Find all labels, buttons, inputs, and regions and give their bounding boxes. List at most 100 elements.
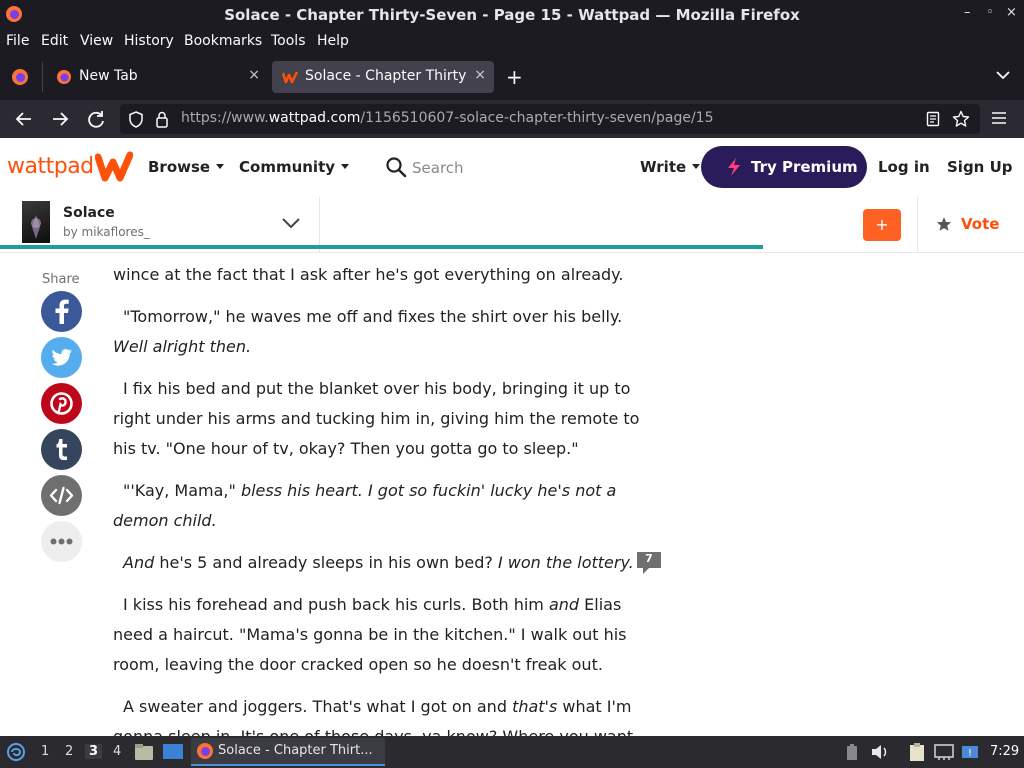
hamburger-menu-icon[interactable] — [991, 111, 1007, 125]
community-menu[interactable]: Community — [239, 158, 350, 176]
twitter-icon — [51, 349, 72, 366]
facebook-share-button[interactable] — [41, 291, 82, 332]
menu-history[interactable]: History — [124, 33, 174, 49]
paragraph: I fix his bed and put the blanket over h… — [113, 379, 640, 458]
battery-icon[interactable] — [845, 743, 859, 761]
tab-label: Solace - Chapter Thirty-Seven — [305, 68, 467, 84]
paragraph: I kiss his forehead and push back his cu… — [113, 595, 627, 674]
web-page: wattpad Browse Community Write Try Premi… — [0, 138, 1024, 736]
share-label: Share — [42, 272, 80, 287]
menu-view[interactable]: View — [80, 33, 113, 49]
workspace-3[interactable]: 3 — [85, 744, 103, 759]
show-desktop-icon[interactable] — [162, 743, 184, 761]
firefox-view-icon[interactable] — [11, 68, 29, 86]
wattpad-logo[interactable]: wattpad — [7, 154, 94, 179]
tab-divider — [42, 62, 43, 92]
lock-icon[interactable] — [155, 111, 169, 128]
bookmark-star-icon[interactable] — [952, 110, 970, 128]
firefox-icon — [197, 743, 213, 759]
more-dots-icon — [50, 538, 73, 545]
paragraph: "Tomorrow," he waves me off and fixes th… — [113, 307, 623, 356]
paragraph: wince at the fact that I ask after he's … — [113, 265, 624, 284]
task-label: Solace - Chapter Thirt... — [218, 743, 373, 758]
star-icon — [936, 217, 952, 231]
chevron-down-icon[interactable] — [281, 217, 301, 229]
file-manager-icon[interactable] — [134, 743, 154, 761]
back-icon[interactable] — [13, 108, 35, 130]
taskbar-firefox-task[interactable]: Solace - Chapter Thirt... — [191, 738, 385, 766]
browse-menu[interactable]: Browse — [148, 158, 225, 176]
menu-edit[interactable]: Edit — [41, 33, 68, 49]
menu-bookmarks[interactable]: Bookmarks — [184, 33, 262, 49]
menu-bar: File Edit View History Bookmarks Tools H… — [0, 29, 1024, 54]
workspace-1[interactable]: 1 — [41, 744, 49, 759]
clipboard-icon[interactable] — [908, 742, 926, 762]
pinterest-share-button[interactable] — [41, 383, 82, 424]
comment-count: 7 — [645, 552, 653, 565]
paragraph: A sweater and joggers. That's what I got… — [113, 697, 633, 736]
url-text[interactable]: https://www.wattpad.com/1156510607-solac… — [181, 110, 713, 126]
search-icon[interactable] — [385, 156, 407, 178]
menu-help[interactable]: Help — [317, 33, 349, 49]
maximize-button[interactable]: ◦ — [986, 5, 994, 20]
embed-share-button[interactable] — [41, 475, 82, 516]
minimize-button[interactable]: – — [964, 5, 971, 20]
menu-file[interactable]: File — [6, 33, 29, 49]
site-header: wattpad Browse Community Write Try Premi… — [0, 138, 1024, 197]
wattpad-w-icon[interactable] — [95, 151, 133, 183]
window-titlebar: Solace - Chapter Thirty-Seven - Page 15 … — [0, 0, 1024, 29]
caret-down-icon — [341, 164, 350, 169]
notification-icon[interactable]: ! — [961, 743, 979, 761]
inline-comment-button[interactable]: 7 — [636, 551, 662, 575]
list-tabs-icon[interactable] — [996, 70, 1010, 80]
twitter-share-button[interactable] — [41, 337, 82, 378]
workspace-2[interactable]: 2 — [65, 744, 73, 759]
embed-code-icon — [49, 486, 74, 505]
try-premium-label: Try Premium — [751, 158, 858, 176]
write-menu[interactable]: Write — [640, 158, 701, 176]
volume-icon[interactable] — [871, 744, 889, 760]
tab-solace[interactable]: Solace - Chapter Thirty-Seven × — [272, 61, 494, 93]
cover-art — [31, 215, 41, 239]
story-author[interactable]: by mikaflores_ — [63, 225, 150, 239]
story-title[interactable]: Solace — [63, 205, 115, 221]
url-bar[interactable]: https://www.wattpad.com/1156510607-solac… — [120, 104, 980, 134]
login-link[interactable]: Log in — [878, 158, 930, 176]
close-window-button[interactable]: × — [1006, 5, 1017, 20]
new-tab-icon[interactable]: + — [506, 65, 523, 89]
tab-new-tab[interactable]: New Tab × — [46, 61, 268, 93]
tab-strip: New Tab × Solace - Chapter Thirty-Seven … — [0, 54, 1024, 100]
try-premium-button[interactable]: Try Premium — [701, 146, 867, 188]
svg-text:!: ! — [968, 748, 972, 759]
start-menu-icon[interactable] — [6, 742, 26, 762]
story-cover[interactable] — [22, 201, 50, 243]
reload-icon[interactable] — [85, 108, 107, 130]
clock: 7:29 — [990, 744, 1020, 759]
pinterest-icon — [50, 392, 73, 415]
firefox-icon — [57, 70, 71, 84]
lightning-icon — [728, 158, 740, 176]
workspace-4[interactable]: 4 — [113, 744, 121, 759]
taskbar: 1 2 3 4 Solace - Chapter Thirt... ! 7:29 — [0, 736, 1024, 768]
wattpad-icon — [282, 71, 298, 84]
tumblr-icon — [56, 439, 67, 460]
menu-tools[interactable]: Tools — [271, 33, 306, 49]
tumblr-share-button[interactable] — [41, 429, 82, 470]
caret-down-icon — [216, 164, 225, 169]
close-tab-icon[interactable]: × — [474, 67, 486, 83]
search-input[interactable] — [412, 155, 612, 181]
chapter-text: wince at the fact that I ask after he's … — [113, 260, 643, 736]
shield-icon[interactable] — [128, 111, 144, 128]
paragraph: "'Kay, Mama," bless his heart. I got so … — [113, 481, 617, 530]
tab-label: New Tab — [79, 68, 138, 84]
add-to-list-button[interactable]: + — [863, 209, 901, 241]
forward-icon[interactable] — [49, 108, 71, 130]
signup-link[interactable]: Sign Up — [947, 158, 1013, 176]
network-icon[interactable] — [934, 743, 954, 761]
more-share-button[interactable] — [41, 521, 82, 562]
vote-label: Vote — [961, 215, 1000, 233]
reader-view-icon[interactable] — [926, 111, 940, 127]
caret-down-icon — [692, 164, 701, 169]
facebook-icon — [55, 299, 69, 324]
close-tab-icon[interactable]: × — [248, 67, 260, 83]
